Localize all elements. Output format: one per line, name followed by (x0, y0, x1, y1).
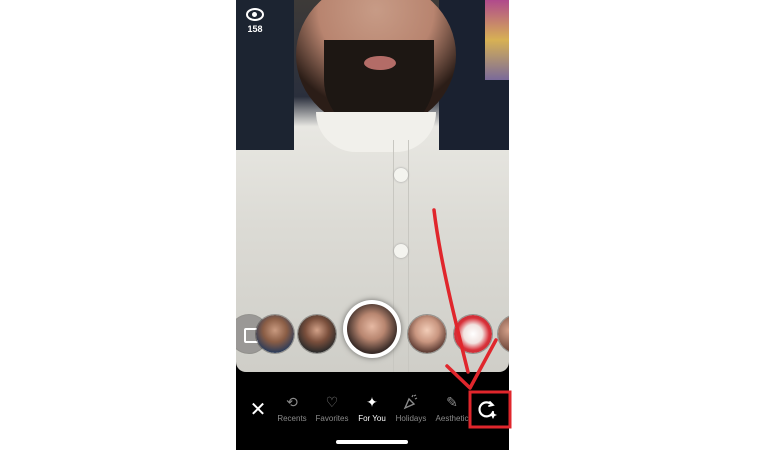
sparkle-icon: ✦ (366, 394, 378, 410)
lens-thumbnail-selected[interactable] (343, 300, 401, 358)
background-detail (485, 0, 509, 80)
brush-icon: ✎ (446, 394, 458, 410)
lens-carousel[interactable] (236, 300, 509, 358)
lens-thumbnail-2[interactable] (298, 315, 336, 353)
tab-label: Aesthetic (435, 414, 469, 423)
lips (364, 56, 396, 70)
history-icon: ⟲ (286, 394, 298, 410)
tab-recents[interactable]: ⟲ Recents (272, 394, 312, 423)
lens-thumbnail-6[interactable] (498, 315, 509, 353)
heart-icon: ♡ (325, 394, 339, 410)
phone-screen: 158 ✕ ⟲ Recents ♡ Favorites ✦ For You Ho… (236, 0, 509, 450)
lens-thumbnail-4[interactable] (408, 315, 446, 353)
tab-label: Favorites (315, 414, 349, 423)
tab-holidays[interactable]: Holidays (391, 394, 431, 423)
lens-tab-bar: ✕ ⟲ Recents ♡ Favorites ✦ For You Holida… (236, 388, 509, 436)
tab-aesthetic[interactable]: ✎ Aesthetic (432, 394, 472, 423)
tab-label: For You (358, 414, 386, 423)
shirt-button (394, 244, 408, 258)
lens-discover-icon[interactable] (474, 398, 498, 422)
home-indicator[interactable] (336, 440, 408, 444)
party-popper-icon (391, 394, 431, 411)
view-count: 158 (247, 24, 263, 34)
tab-label: Holidays (395, 414, 427, 423)
eye-icon (246, 8, 264, 21)
lens-thumbnail-5[interactable] (454, 315, 492, 353)
tab-for-you[interactable]: ✦ For You (352, 394, 392, 423)
view-counter[interactable]: 158 (244, 8, 266, 34)
tab-favorites[interactable]: ♡ Favorites (312, 394, 352, 423)
camera-preview: 158 (236, 0, 509, 372)
close-icon[interactable]: ✕ (246, 398, 270, 422)
tab-label: Recents (277, 414, 307, 423)
shirt-collar (316, 112, 436, 152)
lens-thumbnail-1[interactable] (256, 315, 294, 353)
shirt-button (394, 168, 408, 182)
